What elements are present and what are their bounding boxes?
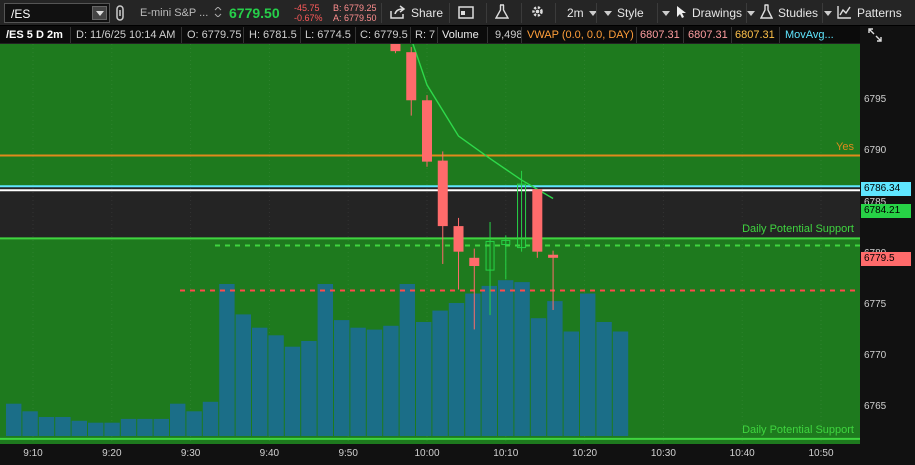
price-tick: 6775 xyxy=(864,298,887,310)
movavg-study-label[interactable]: MovAvg... xyxy=(781,26,838,44)
share-label: Share xyxy=(411,6,444,20)
chart-title: /ES 5 D 2m xyxy=(6,29,63,41)
studies-button[interactable]: Studies xyxy=(747,0,818,26)
vwap-value-2: 6807.31 xyxy=(688,29,728,41)
chevron-down-icon[interactable] xyxy=(92,6,107,20)
gear-icon xyxy=(530,4,545,22)
time-tick: 9:30 xyxy=(180,448,201,459)
net-change-percent: -0.67% xyxy=(294,13,323,23)
settings-button[interactable] xyxy=(530,0,545,26)
time-axis[interactable]: 9:10 9:20 9:30 9:40 9:50 10:00 10:10 10:20 10:30… xyxy=(0,444,860,465)
style-label: Style xyxy=(617,6,644,20)
bar-open: O: 6779.75 xyxy=(187,29,242,41)
description-chevron-icon[interactable] xyxy=(214,6,222,20)
time-tick: 10:50 xyxy=(808,448,834,459)
symbol-input[interactable]: /ES xyxy=(11,7,30,21)
style-button[interactable]: Style xyxy=(604,0,644,26)
time-tick: 9:20 xyxy=(102,448,122,459)
pointer-icon xyxy=(675,5,687,22)
net-change: -45.75 -0.67% xyxy=(294,3,323,23)
ask-price: A: 6779.50 xyxy=(333,13,377,23)
line-label: Daily Potential Support xyxy=(742,223,854,236)
price-tick: 6790 xyxy=(864,145,887,157)
price-marker: 6779.5 xyxy=(861,251,911,266)
time-tick: 9:10 xyxy=(23,448,43,459)
volume-study-label[interactable]: Volume xyxy=(438,26,483,44)
drawings-label: Drawings xyxy=(692,6,743,20)
bar-high: H: 6781.5 xyxy=(249,29,297,41)
last-price: 6779.50 xyxy=(229,5,280,21)
expand-icon[interactable] xyxy=(868,28,882,45)
line-label: Daily Potential Support xyxy=(742,423,854,436)
vwap-value-1: 6807.31 xyxy=(640,29,680,41)
link-icon[interactable] xyxy=(114,5,126,24)
price-tick: 6795 xyxy=(864,94,887,106)
price-tick: 6765 xyxy=(864,401,887,413)
time-tick: 10:40 xyxy=(729,448,755,459)
studies-flask-icon xyxy=(759,4,774,22)
chevron-down-icon xyxy=(747,10,755,16)
net-change-value: -45.75 xyxy=(294,3,320,13)
vwap-study-label[interactable]: VWAP (0.0, 0.0, DAY) xyxy=(523,26,638,44)
symbol-selector[interactable]: /ES xyxy=(4,3,110,23)
price-marker: 6784.21 xyxy=(861,203,911,218)
bar-range: R: 7 xyxy=(415,29,436,41)
bid-ask: B: 6779.25 A: 6779.50 xyxy=(333,3,377,23)
price-tick: 6770 xyxy=(864,350,887,362)
share-button[interactable]: Share xyxy=(390,0,443,26)
share-icon xyxy=(390,4,406,22)
chevron-down-icon xyxy=(604,10,612,16)
time-tick: 10:30 xyxy=(650,448,676,459)
price-chart[interactable]: Yes Daily Potential Support Daily Potentia… xyxy=(0,28,915,465)
line-labels: Yes Daily Potential Support Daily Potentia… xyxy=(0,44,860,444)
patterns-button[interactable]: Patterns xyxy=(824,0,902,26)
price-axis[interactable]: 67956790678567806775677067656786.346784.… xyxy=(860,44,915,465)
time-tick: 9:50 xyxy=(338,448,358,459)
vwap-value-3: 6807.31 xyxy=(735,29,775,41)
drawings-button[interactable]: Drawings xyxy=(662,0,742,26)
bar-low: L: 6774.5 xyxy=(305,29,351,41)
time-tick: 10:10 xyxy=(493,448,519,459)
symbol-description: E-mini S&P ... xyxy=(140,7,209,19)
patterns-label: Patterns xyxy=(857,6,902,20)
calendar-icon xyxy=(458,5,474,22)
time-tick: 10:20 xyxy=(572,448,598,459)
timeframe-button[interactable]: 2m xyxy=(567,0,597,26)
price-marker: 6786.34 xyxy=(861,181,911,196)
calendar-button[interactable] xyxy=(458,0,474,26)
bar-datetime: D: 11/6/25 10:14 AM xyxy=(76,29,176,41)
flask-icon xyxy=(494,4,510,22)
chart-info-bar: /ES 5 D 2m D: 11/6/25 10:14 AM O: 6779.7… xyxy=(0,26,860,44)
chevron-down-icon xyxy=(662,10,670,16)
flask-button[interactable] xyxy=(494,0,510,26)
timeframe-label: 2m xyxy=(567,6,584,20)
chart-toolbar: /ES E-mini S&P ... 6779.50 -45.75 -0.67%… xyxy=(0,0,915,26)
studies-label: Studies xyxy=(778,6,819,20)
time-tick: 9:40 xyxy=(259,448,280,459)
bid-price: B: 6779.25 xyxy=(333,3,377,13)
chevron-down-icon xyxy=(824,10,832,16)
line-label: Yes xyxy=(836,140,854,153)
time-tick: 10:00 xyxy=(414,448,440,459)
bar-close: C: 6779.5 xyxy=(360,29,408,41)
patterns-icon xyxy=(837,5,852,22)
